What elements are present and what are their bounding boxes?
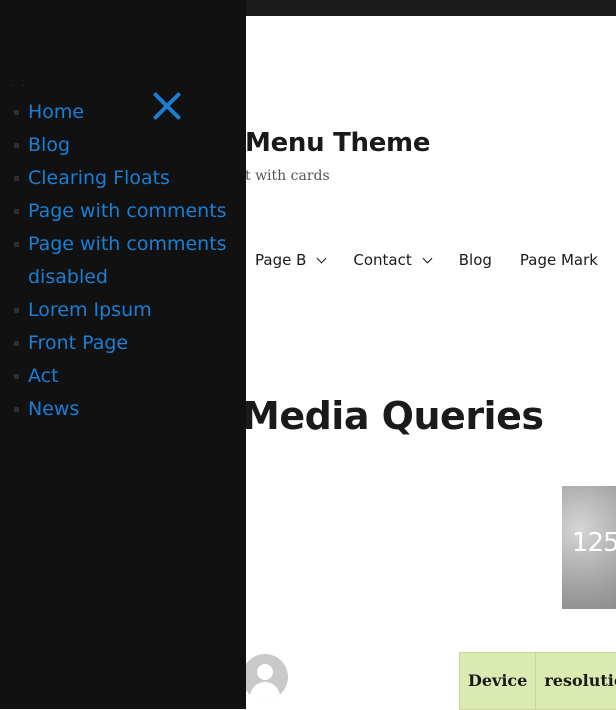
drawer-item-label[interactable]: News (28, 398, 79, 420)
drawer-item-home[interactable]: Home (28, 96, 228, 129)
table-header-row: Device resolutio (460, 653, 616, 710)
entry-title: Media Queries (242, 394, 543, 438)
drawer-item-lorem-ipsum[interactable]: Lorem Ipsum (28, 294, 228, 327)
drawer-item-label[interactable]: Page with comments disabled (28, 233, 227, 288)
drawer-item-page-with-comments[interactable]: Page with comments (28, 195, 228, 228)
nav-item-label: Contact (353, 251, 411, 269)
image-caption-number: 125 (572, 528, 616, 558)
nav-item-page-b[interactable]: Page B (255, 251, 325, 269)
drawer-item-label[interactable]: Home (28, 101, 84, 123)
nav-item-page-mark[interactable]: Page Mark (520, 251, 598, 269)
drawer-item-label[interactable]: Lorem Ipsum (28, 299, 152, 321)
chevron-down-icon[interactable] (422, 253, 432, 263)
drawer-dots: : : (10, 76, 27, 89)
nav-item-blog[interactable]: Blog (459, 251, 492, 269)
table-header-resolution: resolutio (536, 653, 616, 710)
resolution-table: Device resolutio (459, 652, 616, 710)
nav-item-label: Blog (459, 251, 492, 269)
site-title[interactable]: Menu Theme (245, 128, 430, 158)
drawer-item-label[interactable]: Clearing Floats (28, 167, 170, 189)
avatar (242, 654, 288, 700)
drawer-item-label[interactable]: Front Page (28, 332, 128, 354)
avatar-head-shape (257, 664, 273, 680)
nav-item-label: Page B (255, 251, 306, 269)
drawer-item-clearing-floats[interactable]: Clearing Floats (28, 162, 228, 195)
drawer-item-label[interactable]: Act (28, 365, 59, 387)
table-header-device: Device (460, 653, 536, 710)
drawer-item-label[interactable]: Blog (28, 134, 70, 156)
site-description: t with cards (245, 168, 330, 184)
drawer-item-act[interactable]: Act (28, 360, 228, 393)
chevron-down-icon[interactable] (317, 253, 327, 263)
drawer-item-blog[interactable]: Blog (28, 129, 228, 162)
nav-item-label: Page Mark (520, 251, 598, 269)
nav-item-contact[interactable]: Contact (353, 251, 430, 269)
drawer-item-news[interactable]: News (28, 393, 228, 426)
main-navigation: Page B Contact Blog Page Mark (255, 251, 616, 269)
drawer-item-label[interactable]: Page with comments (28, 200, 227, 222)
avatar-body-shape (250, 682, 280, 700)
drawer-item-page-with-comments-disabled[interactable]: Page with comments disabled (28, 228, 228, 294)
drawer-item-front-page[interactable]: Front Page (28, 327, 228, 360)
drawer-menu-list: Home Blog Clearing Floats Page with comm… (0, 96, 228, 426)
mobile-menu-drawer: : : Home Blog Clearing Floats Page with … (0, 0, 246, 709)
featured-image: 125 (562, 486, 616, 609)
